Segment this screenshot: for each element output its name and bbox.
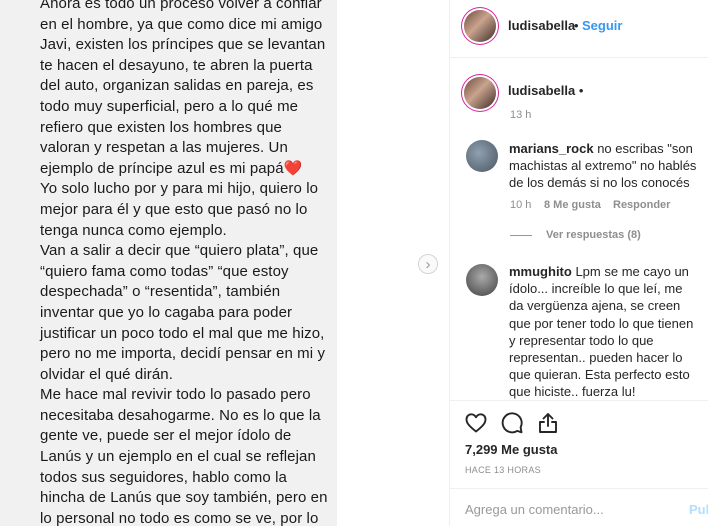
post-actions: 7,299 Me gusta HACE 13 HORAS [450,400,708,490]
share-icon[interactable] [536,411,560,435]
caption-separator: • [578,83,584,98]
caption-username[interactable]: ludisabella • [508,83,583,98]
comment-likes-button[interactable]: 8 Me gusta [544,199,601,211]
caption-time[interactable]: 13 h [510,109,531,121]
note-line: gente ve, puede ser el mejor ídolo de [40,427,292,445]
separator-dot: • [574,18,579,33]
note-line: lo personal no todo es como se ve, por l… [40,509,319,526]
note-line: mejor para él y que esto que pasó no lo [40,200,308,218]
note-line: refiero que existen los hombres que [40,118,282,136]
note-line: Ahora es todo un proceso volver a confia… [40,0,322,12]
note-background: Ahora es todo un proceso volver a confia… [0,0,337,526]
note-line: Me hace mal revivir todo lo pasado pero [40,386,311,404]
note-line: hincha de Lanús que soy también, pero en [40,489,328,507]
post-comment-button[interactable]: Pul [689,502,708,517]
comment-avatar[interactable] [466,140,498,172]
note-line: justificar un poco todo el mal que me hi… [40,324,325,342]
comment-username[interactable]: marians_rock [509,141,594,156]
post-header: ludisabella • Seguir [450,0,708,58]
likes-count[interactable]: 7,299 Me gusta [465,442,558,457]
note-line: olvidar el qué dirán. [40,365,174,383]
comment-icon[interactable] [500,411,524,435]
note-line: “quiero fama como todas” “que estoy [40,262,289,280]
note-line: despechada” o “resentida”, también [40,283,281,301]
header-username[interactable]: ludisabella [508,18,575,33]
comment-username[interactable]: mmughito [509,264,572,279]
note-line: Javi, existen los príncipes que se levan… [40,36,326,54]
note-line: pero no me importa, decidí pensar en mi … [40,345,326,363]
comment-time[interactable]: 10 h [510,199,531,211]
note-line: valoran y respetan a las mujeres. Un [40,139,288,157]
caption-username-text[interactable]: ludisabella [508,83,575,98]
note-line: todo muy superficial, pero a lo qué me [40,97,299,115]
post-timestamp[interactable]: HACE 13 HORAS [465,465,541,475]
note-line: Van a salir a decir que “quiero plata”, … [40,242,319,260]
note-line: tenga nunca como ejemplo. [40,221,227,239]
avatar[interactable] [464,10,496,42]
post-image[interactable]: Ahora es todo un proceso volver a confia… [0,0,449,526]
note-line: Lanús y un ejemplo en el cual se refleja… [40,448,316,466]
comment-input[interactable] [465,498,675,520]
note-line: todos sus seguidores, hablo como la [40,468,287,486]
chevron-right-icon: › [425,255,431,273]
comment-avatar[interactable] [466,264,498,296]
note-line: del auto, organizan salidas en pareja, e… [40,77,314,95]
note-text: Ahora es todo un proceso volver a confia… [40,0,330,526]
note-line: en el hombre, ya que como dice mi amigo [40,15,323,33]
follow-button[interactable]: Seguir [582,18,622,33]
comment-item: marians_rock no escribas "son machistas … [509,140,699,192]
note-line: Yo solo lucho por y para mi hijo, quiero… [40,180,319,198]
comment-text: Lpm se me cayo un ídolo... increíble lo … [509,264,694,399]
note-line: inventar que yo lo cagaba para poder [40,303,293,321]
note-line: ejemplo de príncipe azul es mi papá❤️ [40,159,303,177]
post-sidebar: ludisabella • Seguir ludisabella • 13 h … [449,0,708,526]
note-line: necesitaba desahogarme. No es lo que la [40,406,321,424]
replies-divider [510,235,532,236]
note-line: te hacen el desayuno, te abren la puerta [40,56,313,74]
heart-icon[interactable] [464,411,488,435]
add-comment-bar: Pul [450,488,708,526]
reply-button[interactable]: Responder [613,199,670,211]
next-image-button[interactable]: › [418,254,438,274]
comments-list[interactable]: ludisabella • 13 h marians_rock no escri… [450,59,708,399]
comment-item: mmughito Lpm se me cayo un ídolo... incr… [509,263,699,399]
caption-avatar[interactable] [464,77,496,109]
view-replies-button[interactable]: Ver respuestas (8) [546,229,641,241]
